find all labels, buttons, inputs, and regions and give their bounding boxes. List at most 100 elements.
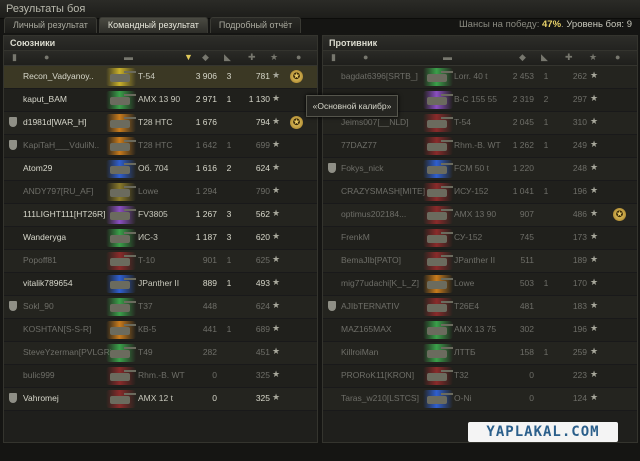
medal-icon[interactable]: ✪ [290,116,303,129]
rating-value: 196 [572,186,587,196]
player-row[interactable]: Sokl_90 T37 448 624 ★ [4,296,317,319]
player-row[interactable]: KillroiMan ЛТТБ 158 1 259 ★ [323,342,637,365]
player-row[interactable]: PRORoK11[KRON] T32 0 223 ★ [323,365,637,388]
player-row[interactable]: ANDY797[RU_AF] Lowe 1 294 790 ★ [4,181,317,204]
tank-column-icon[interactable]: ▬ [443,52,452,62]
player-row[interactable]: Atom29 Об. 704 1 616 2 624 ★ [4,158,317,181]
tank-icon [106,183,136,201]
player-row[interactable]: bagdat6396[SRTB_] Lorr. 40 t2 453 1 262 ★ [323,66,637,89]
tank-column-icon[interactable]: ▬ [124,52,133,62]
achievements-column-icon[interactable]: ● [296,52,301,62]
experience-value: 503 [519,278,534,288]
tank-icon [106,160,136,178]
tank-name: AMX 13 90 [454,209,497,219]
rating-column-icon[interactable]: ★ [270,52,278,63]
player-name: ANDY797[RU_AF] [23,186,94,196]
tab-personal-result[interactable]: Личный результат [4,17,97,33]
damage-column-icon[interactable]: ✚ [565,52,573,63]
tank-name: T-10 [138,255,156,265]
player-column-icon[interactable]: ● [44,52,49,62]
platoon-icon [9,301,17,311]
allies-header: Союзники [4,36,317,51]
player-row[interactable]: Wanderyga ИС-3 1 187 3 620 ★ [4,227,317,250]
player-row[interactable]: mig77udachi[K_L_Z] Lowe 503 1 170 ★ [323,273,637,296]
player-row[interactable]: FrenkM СУ-152 745 173 ★ [323,227,637,250]
rating-value: 493 [255,278,270,288]
player-row[interactable]: Fokys_nick FCM 50 t1 220 248 ★ [323,158,637,181]
player-row[interactable]: Vahromej AMX 12 t 0 325 ★ [4,388,317,411]
star-icon: ★ [590,323,599,333]
player-row[interactable]: SteveYzerman[PVLGR] T49 282 451 ★ [4,342,317,365]
tank-name: T-54 [138,71,156,81]
player-row[interactable]: BemaJIb[PATO] JPanther II 511 189 ★ [323,250,637,273]
tank-icon [423,91,453,109]
player-row[interactable]: bulic999 Rhm.-B. WT 0 325 ★ [4,365,317,388]
rating-value: 624 [255,301,270,311]
experience-value: 1 616 [195,163,217,173]
platoon-column-icon[interactable]: ▮ [331,52,336,63]
player-row[interactable]: kaput_BAM AMX 13 90 2 971 1 1 130 ★ [4,89,317,112]
kills-value: 2 [226,163,232,173]
star-icon: ★ [272,185,281,195]
rating-value: 1 130 [248,94,270,104]
star-icon: ★ [590,392,599,402]
tank-icon [106,367,136,385]
tank-icon [423,160,453,178]
win-chance-label: Шансы на победу: [458,19,540,30]
star-icon: ★ [272,231,281,241]
experience-value: 745 [519,232,534,242]
tab-team-result[interactable]: Командный результат [98,17,208,33]
rating-value: 790 [255,186,270,196]
rating-value: 486 [572,209,587,219]
tank-name: AMX 13 75 [454,324,497,334]
star-icon: ★ [590,93,599,103]
experience-value: 1 220 [512,163,534,173]
tank-name: T28 HTC [138,140,173,150]
player-row[interactable]: d1981d[WAR_H] T28 HTC 1 676 794 ★ ✪ [4,112,317,135]
tank-icon [106,390,136,408]
player-row[interactable]: AJIbTERNATIV T26E4 481 183 ★ [323,296,637,319]
sort-arrow-icon[interactable]: ▼ [184,52,193,62]
kills-value: 1 [543,278,549,288]
player-row[interactable]: KOSHTAN[S-S-R] КВ-5 441 1 689 ★ [4,319,317,342]
star-icon: ★ [590,346,599,356]
platoon-column-icon[interactable]: ▮ [12,52,17,63]
player-row[interactable]: vitalik789654 JPanther II 889 1 493 ★ [4,273,317,296]
player-name: d1981d[WAR_H] [23,117,87,127]
win-chance-value: 47% [542,19,562,30]
rating-value: 297 [572,94,587,104]
medal-icon[interactable]: ✪ [290,70,303,83]
rating-column-icon[interactable]: ★ [589,52,597,63]
player-row[interactable]: Recon_Vadyanoy.. T-54 3 906 3 781 ★ ✪ [4,66,317,89]
star-icon: ★ [590,369,599,379]
tank-icon [423,344,453,362]
tank-icon [423,206,453,224]
tank-icon [423,68,453,86]
xp-column-icon[interactable]: ◆ [202,52,209,63]
player-row[interactable]: KapiTaH___VduliN.. T28 HTC 1 642 1 699 ★ [4,135,317,158]
tank-icon [423,298,453,316]
xp-column-icon[interactable]: ◆ [519,52,526,63]
player-row[interactable]: 77DAZ77 Rhm.-B. WT 1 262 1 249 ★ [323,135,637,158]
player-row[interactable]: MAZ165MAX AMX 13 75 302 196 ★ [323,319,637,342]
experience-value: 2 045 [512,117,534,127]
player-row[interactable]: CRAZYSMASH[MITE] ИСУ-152 1 041 1 196 ★ [323,181,637,204]
star-icon: ★ [590,300,599,310]
rating-value: 248 [572,163,587,173]
damage-column-icon[interactable]: ✚ [248,52,256,63]
experience-value: 1 267 [195,209,217,219]
player-row[interactable]: optimus202184... AMX 13 90 907 486 ★ ✪ [323,204,637,227]
tank-name: T49 [138,347,153,357]
achievements-column-icon[interactable]: ● [615,52,620,62]
player-column-icon[interactable]: ● [363,52,368,62]
player-row[interactable]: Taras_w210[LSTCS] O-Ni 0 124 ★ [323,388,637,411]
kills-column-icon[interactable]: ◣ [224,52,231,63]
tab-detailed-report[interactable]: Подробный отчёт [209,17,302,33]
player-row[interactable]: 111LIGHT111[HT26R] FV3805 1 267 3 562 ★ [4,204,317,227]
player-row[interactable]: Popoff81 T-10 901 1 625 ★ [4,250,317,273]
kills-column-icon[interactable]: ◣ [541,52,548,63]
kills-value: 1 [543,140,549,150]
medal-icon[interactable]: ✪ [613,208,626,221]
battle-level-label: Уровень боя: [566,19,625,30]
rating-value: 625 [255,255,270,265]
